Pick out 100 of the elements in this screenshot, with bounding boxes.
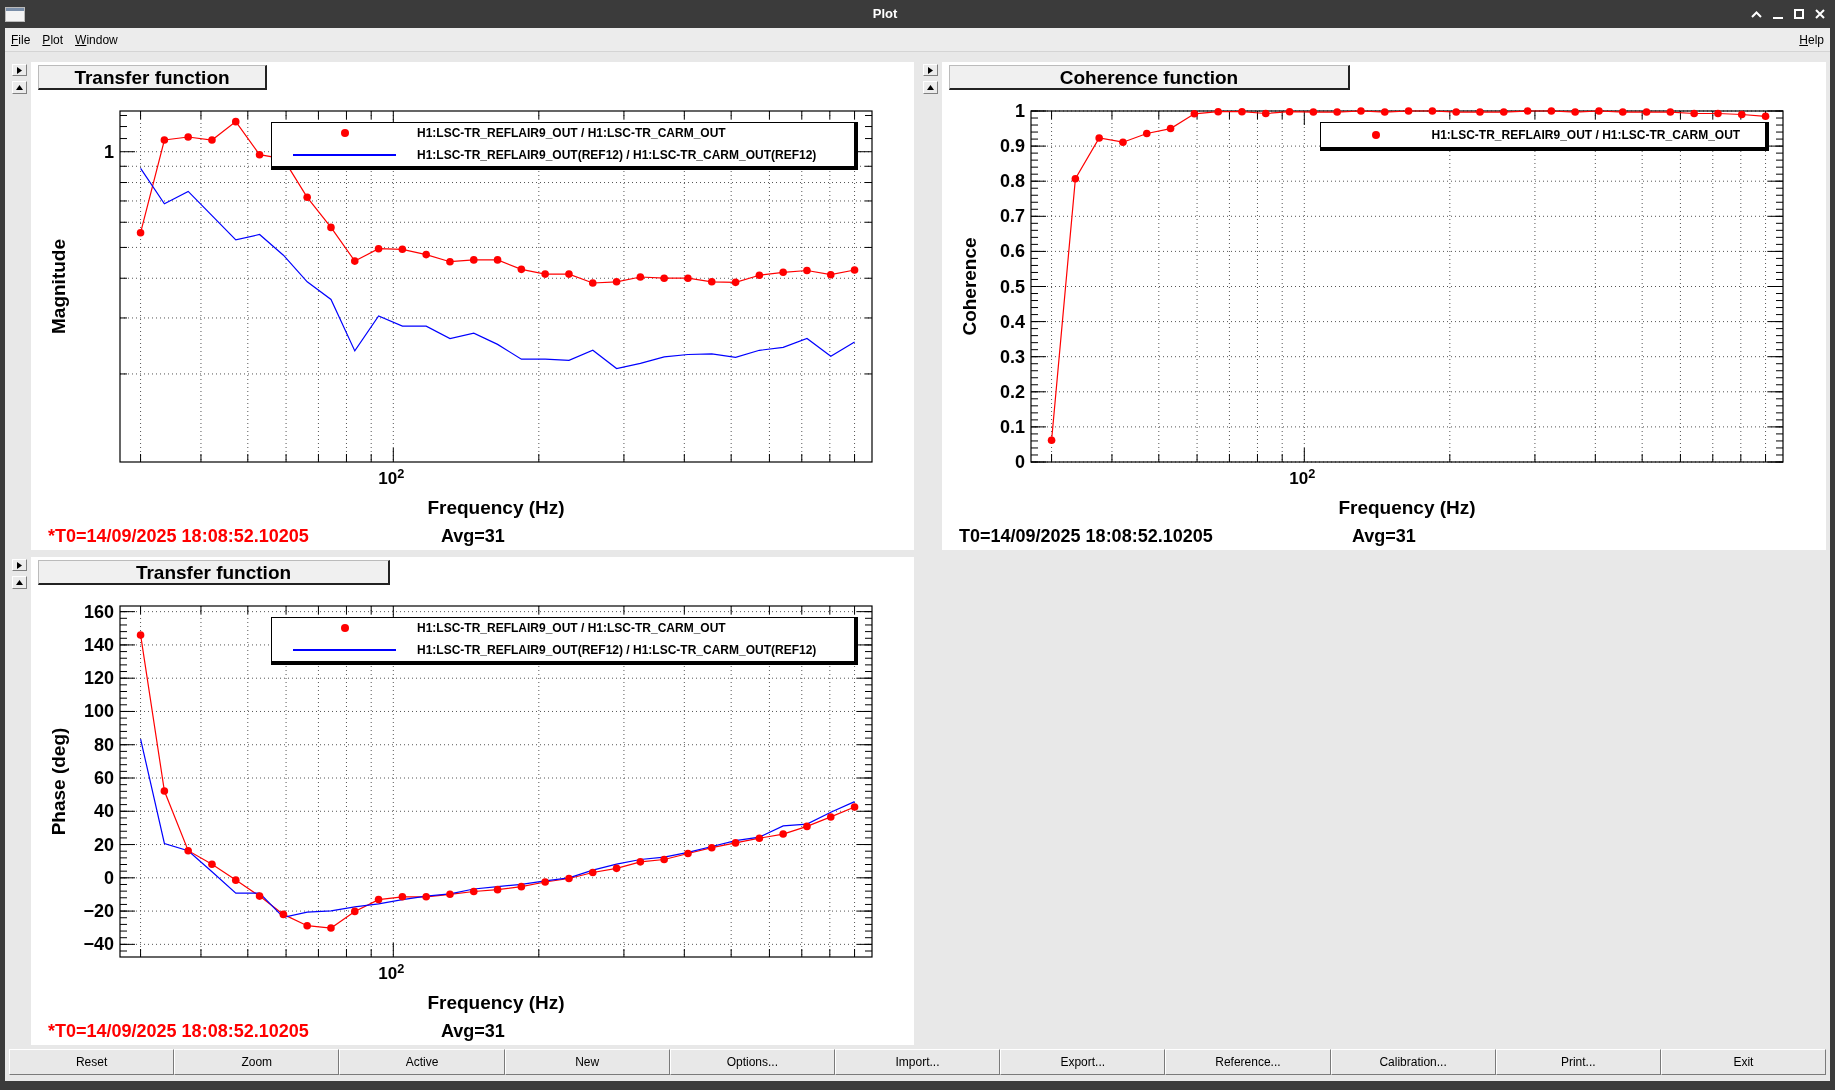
data-point	[255, 892, 264, 900]
axis-title: Magnitude	[47, 239, 69, 334]
data-point	[1737, 110, 1746, 119]
action-button[interactable]: Reset	[9, 1049, 175, 1075]
triangle-right-icon	[17, 561, 22, 569]
data-point	[208, 136, 216, 144]
tick-label: 1	[1015, 101, 1025, 121]
data-point	[350, 257, 359, 265]
tick-label: 0.7	[999, 206, 1025, 227]
plot-title: Transfer function	[38, 65, 267, 90]
action-button[interactable]: New	[504, 1049, 670, 1075]
tick-label: 0.2	[999, 381, 1025, 402]
data-point	[327, 924, 335, 932]
data-point	[1595, 107, 1603, 115]
data-point	[1761, 112, 1770, 121]
data-point	[684, 274, 692, 283]
data-point	[184, 133, 192, 141]
legend-label: H1:LSC-TR_REFLAIR9_OUT / H1:LSC-TR_CARM_OUT	[1431, 128, 1741, 141]
data-point	[1690, 109, 1698, 118]
data-point	[1666, 108, 1675, 116]
data-point	[446, 890, 454, 899]
data-point	[707, 843, 716, 852]
small-arrow-button[interactable]	[923, 81, 938, 94]
tick-label: 20	[93, 834, 114, 855]
data-point	[1571, 108, 1579, 116]
tick-label: 140	[83, 634, 114, 655]
data-point	[517, 882, 526, 891]
data-point	[469, 887, 478, 896]
tick-label: 160	[83, 601, 114, 622]
action-button[interactable]: Export...	[1000, 1049, 1166, 1075]
small-arrow-button[interactable]	[923, 64, 938, 76]
data-point	[1642, 108, 1651, 116]
data-point	[826, 813, 835, 821]
data-point	[493, 885, 502, 894]
action-button[interactable]: Exit	[1660, 1049, 1827, 1075]
menu-item[interactable]: Plot	[36, 33, 70, 46]
tick-label: 0.5	[999, 276, 1025, 297]
small-arrow-button[interactable]	[12, 81, 27, 94]
maximize-icon[interactable]	[1794, 9, 1804, 19]
data-point	[1452, 108, 1460, 116]
data-point	[850, 803, 859, 811]
menu-item[interactable]: Help	[1793, 33, 1830, 46]
tick-label: 40	[93, 801, 114, 822]
data-point	[1095, 134, 1103, 142]
average-count-label: Avg=31	[441, 527, 505, 545]
data-point	[541, 878, 549, 886]
action-button[interactable]: Print...	[1495, 1049, 1661, 1075]
small-arrow-button[interactable]	[12, 559, 27, 571]
chevron-up-icon[interactable]	[1751, 10, 1762, 18]
data-point	[1238, 107, 1246, 116]
menu-item[interactable]: File	[5, 33, 37, 46]
legend-label: H1:LSC-TR_REFLAIR9_OUT / H1:LSC-TR_CARM_OUT	[417, 127, 726, 140]
axis-title: Frequency (Hz)	[1338, 496, 1476, 518]
data-point	[1618, 108, 1627, 116]
data-point	[136, 631, 145, 639]
action-button[interactable]: Options...	[669, 1049, 835, 1075]
plot-title: Coherence function	[949, 65, 1350, 90]
data-point	[541, 270, 549, 278]
window-title: Plot	[872, 5, 898, 24]
tick-label: 100	[83, 701, 114, 722]
action-button[interactable]: Zoom	[174, 1049, 340, 1075]
data-point	[1142, 129, 1151, 138]
axis-title: Frequency (Hz)	[427, 991, 565, 1013]
data-point	[660, 274, 668, 283]
triangle-up-icon	[16, 85, 23, 90]
data-point	[1309, 108, 1318, 116]
data-point	[660, 855, 668, 864]
data-point	[588, 279, 597, 287]
action-button[interactable]: Active	[339, 1049, 505, 1075]
data-point	[160, 136, 169, 144]
small-arrow-button[interactable]	[12, 64, 27, 76]
data-point	[517, 265, 526, 274]
data-point	[1047, 436, 1056, 445]
action-button[interactable]: Reference...	[1165, 1049, 1331, 1075]
data-point	[1499, 108, 1508, 116]
data-point	[779, 268, 787, 277]
data-point	[231, 876, 240, 884]
small-arrow-button[interactable]	[12, 576, 27, 589]
tick-label: 0.1	[999, 416, 1025, 437]
data-point	[636, 858, 645, 866]
data-point	[612, 277, 621, 286]
tick-label: 80	[93, 734, 114, 755]
data-point	[1333, 108, 1341, 116]
action-button[interactable]: Import...	[834, 1049, 1001, 1075]
average-count-label: Avg=31	[441, 1022, 505, 1040]
data-point	[1357, 107, 1365, 115]
close-icon[interactable]	[1815, 9, 1825, 19]
action-button[interactable]: Calibration...	[1330, 1049, 1496, 1075]
axis-title: Phase (deg)	[47, 727, 69, 836]
menu-item[interactable]: Window	[69, 33, 124, 46]
tick-label: −20	[83, 901, 114, 922]
data-point	[469, 256, 478, 264]
data-point	[803, 822, 811, 831]
data-point	[398, 893, 407, 901]
data-point	[1547, 107, 1556, 115]
tick-label: 120	[83, 668, 114, 689]
legend-label: H1:LSC-TR_REFLAIR9_OUT / H1:LSC-TR_CARM_OUT	[417, 622, 726, 635]
axis-title: Coherence	[958, 237, 980, 336]
tick-label: 10$^{2}$	[378, 964, 405, 984]
data-point	[731, 278, 740, 287]
